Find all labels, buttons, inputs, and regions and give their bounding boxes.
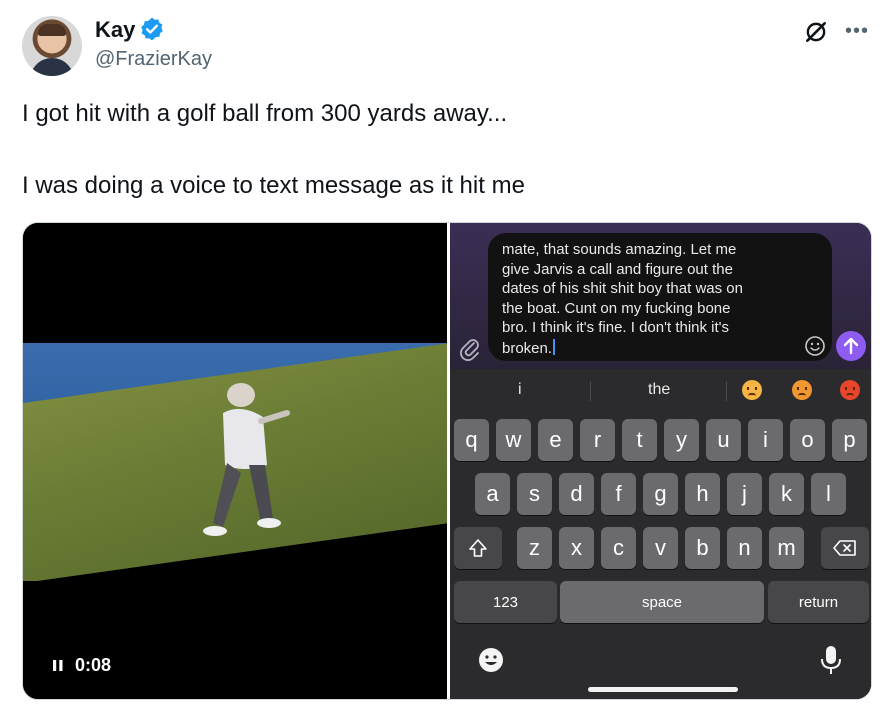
- key-w[interactable]: w: [496, 419, 531, 461]
- key-v[interactable]: v: [643, 527, 678, 569]
- arrow-up-icon: [843, 337, 859, 355]
- suggestion-separator: [590, 381, 591, 401]
- key-s[interactable]: s: [517, 473, 552, 515]
- send-button[interactable]: [836, 331, 866, 361]
- key-z[interactable]: z: [517, 527, 552, 569]
- golfer-figure: [203, 383, 290, 536]
- pouting-face-icon[interactable]: [840, 380, 860, 400]
- smiley-icon: [805, 336, 825, 356]
- more-icon[interactable]: •••: [845, 20, 869, 43]
- display-name[interactable]: Kay: [95, 17, 135, 43]
- message-line: dates of his shit shit boy that was on: [502, 280, 743, 297]
- disappointed-face-icon[interactable]: [742, 380, 762, 400]
- chat-area: mate, that sounds amazing. Let me give J…: [450, 223, 871, 369]
- video-duration: 0:08: [75, 655, 112, 675]
- message-line: the boat. Cunt on my fucking bone: [502, 300, 731, 317]
- predictive-bar: i the: [450, 369, 871, 411]
- key-x[interactable]: x: [559, 527, 594, 569]
- key-i[interactable]: i: [748, 419, 783, 461]
- key-o[interactable]: o: [790, 419, 825, 461]
- numbers-key[interactable]: 123: [454, 581, 557, 623]
- key-a[interactable]: a: [475, 473, 510, 515]
- avatar-shirt: [30, 58, 74, 76]
- home-indicator: [588, 687, 738, 692]
- message-line: give Jarvis a call and figure out the: [502, 261, 733, 278]
- key-b[interactable]: b: [685, 527, 720, 569]
- keyboard: q w e r t y u i o p a s d f g h j k l z: [450, 411, 871, 699]
- text-caret: [553, 339, 556, 355]
- backspace-icon: [833, 540, 856, 556]
- message-line-last: broken.: [502, 339, 556, 357]
- key-n[interactable]: n: [727, 527, 762, 569]
- handle[interactable]: @FrazierKay: [95, 48, 212, 71]
- return-key[interactable]: return: [768, 581, 869, 623]
- emoji-keyboard-icon[interactable]: [478, 647, 504, 673]
- key-l[interactable]: l: [811, 473, 846, 515]
- key-r[interactable]: r: [580, 419, 615, 461]
- key-g[interactable]: g: [643, 473, 678, 515]
- backspace-key[interactable]: [821, 527, 869, 569]
- key-t[interactable]: t: [622, 419, 657, 461]
- grok-icon[interactable]: [803, 19, 829, 45]
- media-container[interactable]: 0:08 mate, that sounds amazing. Let me g…: [22, 222, 872, 700]
- avatar-hair: [38, 24, 66, 36]
- avatar[interactable]: [22, 16, 82, 76]
- key-u[interactable]: u: [706, 419, 741, 461]
- key-p[interactable]: p: [832, 419, 867, 461]
- key-e[interactable]: e: [538, 419, 573, 461]
- shift-key[interactable]: [454, 527, 502, 569]
- message-line: bro. I think it's fine. I don't think it…: [502, 319, 730, 336]
- angry-face-icon[interactable]: [792, 380, 812, 400]
- message-line-text: broken.: [502, 340, 553, 357]
- key-j[interactable]: j: [727, 473, 762, 515]
- key-c[interactable]: c: [601, 527, 636, 569]
- message-line: mate, that sounds amazing. Let me: [502, 241, 737, 258]
- verified-badge-icon: [141, 17, 163, 41]
- suggestion-separator: [726, 381, 727, 401]
- key-y[interactable]: y: [664, 419, 699, 461]
- video-frame: [23, 343, 447, 581]
- key-m[interactable]: m: [769, 527, 804, 569]
- space-key[interactable]: space: [560, 581, 764, 623]
- tweet-text-line-1: I got hit with a golf ball from 300 yard…: [22, 100, 508, 127]
- video-player[interactable]: 0:08: [23, 223, 447, 699]
- key-d[interactable]: d: [559, 473, 594, 515]
- pause-icon[interactable]: [53, 660, 63, 671]
- shift-icon: [469, 539, 487, 557]
- microphone-icon[interactable]: [820, 645, 842, 675]
- key-f[interactable]: f: [601, 473, 636, 515]
- suggestion-the[interactable]: the: [648, 381, 670, 399]
- phone-screenshot[interactable]: mate, that sounds amazing. Let me give J…: [450, 223, 871, 699]
- suggestion-i[interactable]: i: [518, 381, 522, 399]
- paperclip-icon: [460, 339, 479, 361]
- tweet-text-line-2: I was doing a voice to text message as i…: [22, 172, 525, 199]
- key-h[interactable]: h: [685, 473, 720, 515]
- key-q[interactable]: q: [454, 419, 489, 461]
- key-k[interactable]: k: [769, 473, 804, 515]
